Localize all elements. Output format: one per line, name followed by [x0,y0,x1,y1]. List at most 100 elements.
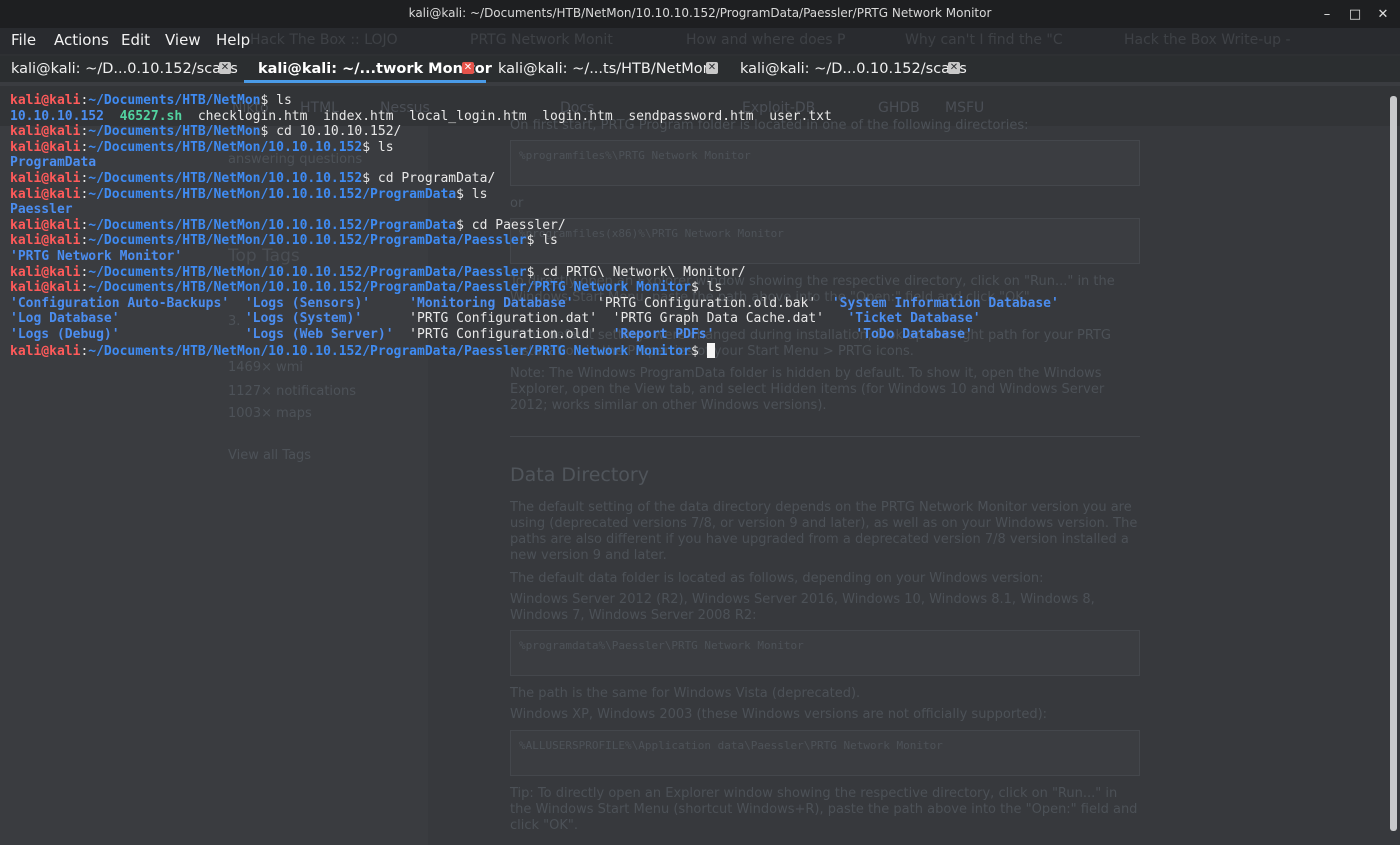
terminal-line: kali@kali:~/Documents/HTB/NetMon/10.10.1… [10,218,1059,234]
terminal-segment: kali@kali [10,217,81,233]
terminal-segment: 'System Information Database' [831,295,1059,311]
terminal-line: ProgramData [10,155,1059,171]
tab-scans-2[interactable]: kali@kali: ~/D...0.10.152/scans [740,58,967,82]
menu-file[interactable]: File [11,31,36,49]
window-title: kali@kali: ~/Documents/HTB/NetMon/10.10.… [408,6,992,20]
terminal-segment [120,327,245,342]
terminal-line: 'Configuration Auto-Backups' 'Logs (Sens… [10,296,1059,312]
menu-actions[interactable]: Actions [54,31,109,49]
background-paragraph: Windows XP, Windows 2003 (these Windows … [510,707,1048,722]
menu-help[interactable]: Help [216,31,250,49]
terminal-segment: 'Ticket Database' [847,311,981,327]
close-button[interactable]: ✕ [1376,7,1390,22]
terminal-segment: kali@kali [10,280,81,296]
terminal-segment: $ ls [690,280,723,296]
terminal-cursor [706,342,715,358]
terminal-segment: Paessler [10,202,73,218]
terminal-line: kali@kali:~/Documents/HTB/NetMon/10.10.1… [10,187,1059,203]
terminal-segment: ~/Documents/HTB/NetMon/10.10.10.152/Prog… [88,233,527,249]
background-code-box: %ALLUSERSPROFILE%\Application data\Paess… [510,730,1140,776]
tab-close-icon[interactable]: ✕ [462,62,474,74]
terminal-segment: $ ls [456,186,488,202]
background-left-snippet: View all Tags [228,448,312,463]
terminal-segment [229,296,245,311]
terminal-segment: 'Logs (Web Server)' [244,326,394,342]
terminal-segment [370,296,409,311]
tab-close-icon[interactable]: ✕ [219,62,231,74]
terminal-segment: 'Log Database' [10,311,120,327]
tab-prtg-network-monitor[interactable]: kali@kali: ~/...twork Monitor [258,58,492,82]
terminal-line: 'Logs (Debug)' 'Logs (Web Server)' 'PRTG… [10,327,1059,343]
terminal-segment: kali@kali [10,124,81,140]
background-left-snippet: 1127× notifications [228,384,356,399]
terminal-scrollbar[interactable] [1390,96,1397,831]
minimize-button[interactable]: – [1320,7,1334,22]
terminal-segment: 'ToDo Database' [855,326,973,342]
terminal-line: kali@kali:~/Documents/HTB/NetMon/10.10.1… [10,140,1059,156]
terminal-segment: checklogin.htm index.htm local_login.htm… [182,108,832,124]
terminal-segment: 'Monitoring Database' [409,295,574,311]
background-paragraph: Tip: To directly open an Explorer window… [510,786,1138,833]
terminal-segment: kali@kali [10,93,81,108]
tab-close-icon[interactable]: ✕ [948,62,960,74]
terminal-output[interactable]: kali@kali:~/Documents/HTB/NetMon$ ls 10.1… [10,93,1059,359]
background-paragraph: Note: The Windows ProgramData folder is … [510,366,1105,413]
terminal-line: kali@kali:~/Documents/HTB/NetMon/10.10.1… [10,171,1059,187]
terminal-segment: kali@kali [10,264,81,280]
terminal-line: 'Log Database' 'Logs (System)' 'PRTG Con… [10,311,1059,327]
terminal-segment: $ cd ProgramData/ [362,170,496,186]
terminal-segment: 'Report PDFs' [612,326,715,342]
background-code-box: %programdata%\Paessler\PRTG Network Moni… [510,630,1140,676]
window-controls: – □ ✕ [1320,0,1390,28]
terminal-segment: ProgramData [10,155,97,171]
background-divider [510,436,1140,437]
terminal-segment: kali@kali [10,139,81,155]
terminal-segment: $ ls [362,139,394,155]
terminal-segment [104,109,120,124]
terminal-segment: kali@kali [10,186,81,202]
terminal-line: kali@kali:~/Documents/HTB/NetMon/10.10.1… [10,342,1059,359]
terminal-segment: 'Configuration Auto-Backups' [10,295,230,311]
terminal-segment: 'Logs (Sensors)' [244,295,371,311]
terminal-line: kali@kali:~/Documents/HTB/NetMon/10.10.1… [10,233,1059,249]
window-title-bar: kali@kali: ~/Documents/HTB/NetMon/10.10.… [0,0,1400,28]
tab-netmon[interactable]: kali@kali: ~/...ts/HTB/NetMon [498,58,712,82]
terminal-segment: 'Logs (System)' [244,311,363,327]
terminal-line: kali@kali:~/Documents/HTB/NetMon$ ls [10,93,1059,109]
active-tab-indicator [244,80,486,83]
terminal-segment: $ cd Paessler/ [456,217,566,233]
terminal-segment: $ [690,343,707,359]
terminal-segment: ~/Documents/HTB/NetMon [88,93,261,108]
terminal-segment: $ ls [260,93,292,108]
maximize-button[interactable]: □ [1348,7,1362,22]
menu-bar [0,28,1400,54]
terminal-segment: 'PRTG Configuration.old.bak' [573,295,832,311]
terminal-segment: ~/Documents/HTB/NetMon/10.10.10.152/Prog… [88,217,457,233]
terminal-segment: kali@kali [10,170,81,186]
terminal-segment: ~/Documents/HTB/NetMon/10.10.10.152 [88,139,363,155]
terminal-line: kali@kali:~/Documents/HTB/NetMon/10.10.1… [10,265,1059,281]
terminal-segment: ~/Documents/HTB/NetMon/10.10.10.152/Prog… [88,280,691,296]
menu-edit[interactable]: Edit [121,31,150,49]
terminal-segment: ~/Documents/HTB/NetMon/10.10.10.152/Prog… [88,343,691,359]
terminal-segment: 'PRTG Network Monitor' [10,248,183,264]
terminal-segment: 'PRTG Configuration.old' [393,326,613,342]
terminal-segment: ~/Documents/HTB/NetMon/10.10.10.152/Prog… [88,264,527,280]
terminal-line: 'PRTG Network Monitor' [10,249,1059,265]
terminal-segment [120,311,245,326]
terminal-segment: kali@kali [10,233,81,249]
background-left-snippet: 1003× maps [228,406,312,421]
tab-close-icon[interactable]: ✕ [706,62,718,74]
terminal-segment: ~/Documents/HTB/NetMon [88,124,261,140]
terminal-line: kali@kali:~/Documents/HTB/NetMon$ cd 10.… [10,124,1059,140]
background-heading: Data Directory [510,464,649,486]
terminal-segment: 46527.sh [119,108,183,124]
background-paragraph: The default setting of the data director… [510,500,1138,563]
terminal-segment: 'Logs (Debug)' [10,326,120,342]
terminal-line: Paessler [10,202,1059,218]
tab-scans-1[interactable]: kali@kali: ~/D...0.10.152/scans [11,58,238,82]
background-paragraph: The default data folder is located as fo… [510,571,1044,586]
terminal-segment: $ ls [526,233,558,249]
terminal-line: 10.10.10.152 46527.sh checklogin.htm ind… [10,109,1059,125]
menu-view[interactable]: View [165,31,201,49]
